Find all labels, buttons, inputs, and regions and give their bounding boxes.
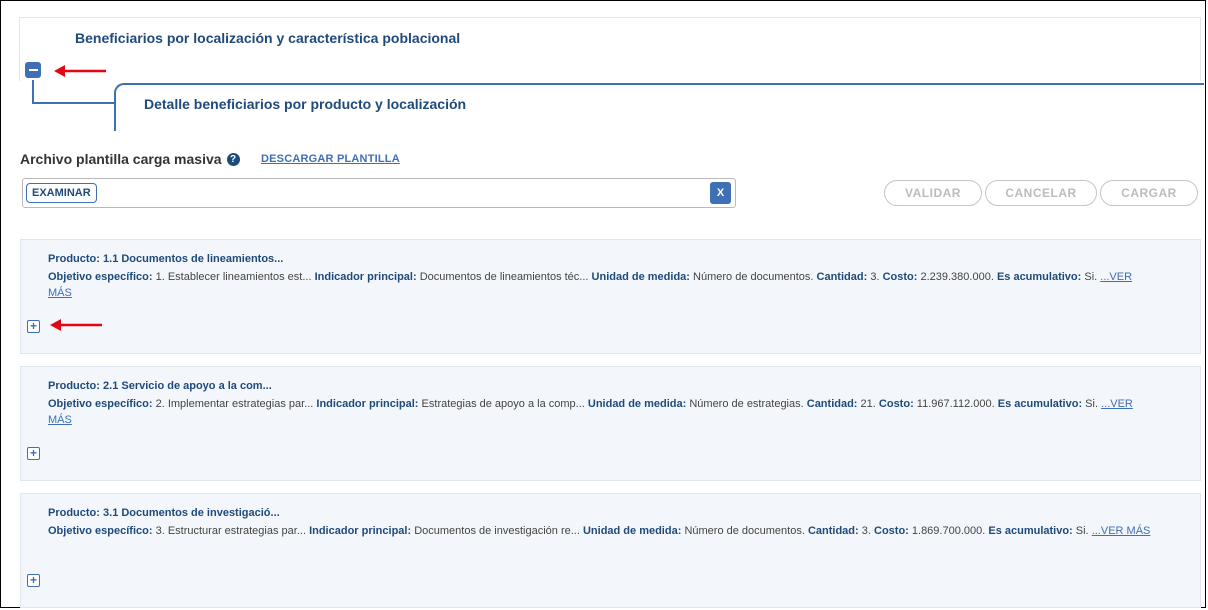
product-details: Objetivo específico: 2. Implementar estr… [48, 398, 1133, 426]
cancel-button[interactable]: CANCELAR [985, 180, 1097, 206]
red-arrow-annotation [54, 65, 106, 77]
expand-button[interactable]: + [27, 574, 40, 587]
expand-button[interactable]: + [27, 447, 40, 460]
file-input[interactable] [22, 178, 736, 208]
red-arrow-annotation [50, 319, 102, 331]
question-icon[interactable]: ? [226, 152, 240, 166]
browse-button[interactable]: EXAMINAR [26, 183, 97, 203]
product-card: Producto: 2.1 Servicio de apoyo a la com… [20, 366, 1201, 481]
section-title: Beneficiarios por localización y caracte… [75, 30, 461, 46]
subsection-title: Detalle beneficiarios por producto y loc… [144, 96, 467, 112]
beneficiaries-section [19, 17, 1201, 81]
collapse-button[interactable] [25, 62, 41, 78]
clear-file-button[interactable]: X [710, 182, 731, 204]
product-title: Producto: 3.1 Documentos de investigació… [48, 507, 280, 519]
product-card: Producto: 3.1 Documentos de investigació… [20, 493, 1201, 608]
expand-button[interactable]: + [27, 320, 40, 333]
product-details: Objetivo específico: 1. Establecer linea… [48, 271, 1133, 299]
product-card: Producto: 1.1 Documentos de lineamientos… [20, 239, 1201, 354]
see-more-link[interactable]: ...VER MÁS [1092, 525, 1151, 537]
product-title: Producto: 2.1 Servicio de apoyo a la com… [48, 380, 272, 392]
load-button[interactable]: CARGAR [1100, 180, 1198, 206]
tree-connector [32, 102, 116, 104]
upload-label: Archivo plantilla carga masiva ? [20, 151, 240, 167]
product-title: Producto: 1.1 Documentos de lineamientos… [48, 253, 284, 265]
minus-icon [28, 69, 38, 71]
validate-button[interactable]: VALIDAR [884, 180, 982, 206]
tree-connector [32, 80, 34, 104]
upload-label-text: Archivo plantilla carga masiva [20, 151, 222, 167]
product-details: Objetivo específico: 3. Estructurar estr… [48, 525, 1151, 537]
download-template-link[interactable]: DESCARGAR PLANTILLA [261, 153, 400, 165]
